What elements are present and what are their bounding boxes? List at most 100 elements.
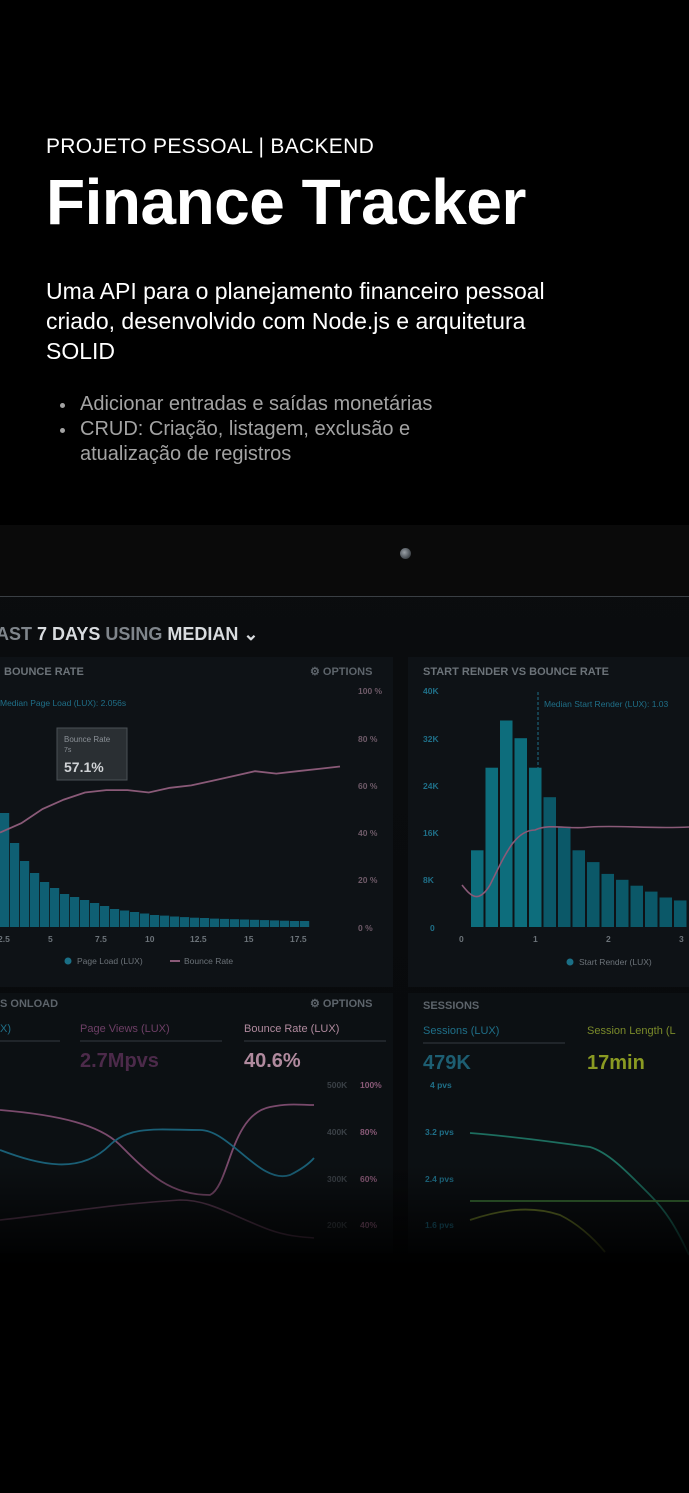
bar [190,917,200,927]
x-tick: 12.5 [190,934,207,944]
bar [230,919,240,927]
feature-item: Adicionar entradas e saídas monetárias [58,392,458,417]
tooltip-sub: 7s [64,747,72,754]
col-page-views: Page Views (LUX) [80,1023,170,1035]
options-button-bounce[interactable]: ⚙ OPTIONS [310,666,372,678]
col-sessions: Sessions (LUX) [423,1025,499,1037]
bar [300,921,310,927]
bar [558,826,571,927]
svg-text:4 pvs: 4 pvs [430,1080,452,1090]
x-tick: 5 [48,934,53,944]
x-tick: 10 [145,934,155,944]
legend-page-load: Page Load (LUX) [77,956,143,966]
bar [290,921,300,927]
bar [20,861,30,927]
options-button-onload[interactable]: ⚙ OPTIONS [310,998,372,1010]
bar [170,916,180,927]
bar [50,888,60,927]
y-tick: 60 % [358,781,378,791]
svg-text:80%: 80% [360,1127,377,1137]
x-tick: 2 [606,934,611,944]
x-tick: 17.5 [290,934,307,944]
bounce-tooltip: Bounce Rate 7s 57.1% [56,727,128,781]
bar [587,862,600,927]
bar [630,885,643,927]
tooltip-title: Bounce Rate [64,735,111,744]
bar [160,915,170,927]
bar [90,903,100,927]
bar [250,919,260,927]
panel-title-render: START RENDER VS BOUNCE RATE [423,666,609,678]
bar [70,897,80,927]
bar [180,917,190,927]
svg-text:500K: 500K [327,1080,348,1090]
y-tick: 24K [423,781,439,791]
bar [485,767,498,927]
bar [30,873,40,927]
project-eyebrow: PROJETO PESSOAL | BACKEND [46,135,375,158]
y-tick: 0 % [358,923,373,933]
bar [280,920,290,927]
bar [260,920,270,927]
x-tick: 0 [459,934,464,944]
tooltip-value: 57.1% [64,759,104,775]
y-tick: 20 % [358,875,378,885]
panel-title-onload: S ONLOAD [0,998,58,1010]
value-sessions: 479K [423,1052,471,1074]
bar [120,910,130,927]
bar [500,720,513,927]
bar [529,767,542,927]
dashboard-screenshot: AST 7 DAYS USING MEDIAN ⌄ BOUNCE RATE ⚙ … [0,525,689,1285]
bar [240,919,250,927]
y-tick: 40 % [358,828,378,838]
bar [60,894,70,927]
render-legend: Start Render (LUX) [566,957,652,967]
bar [130,912,140,927]
bar [210,918,220,927]
y-tick: 16K [423,828,439,838]
x-tick: 7.5 [95,934,107,944]
legend-start-render: Start Render (LUX) [579,957,652,967]
bar [80,900,90,927]
y-tick: 32K [423,734,439,744]
bar [601,873,614,927]
bar [110,909,120,927]
x-tick: 2.5 [0,934,10,944]
feature-item: CRUD: Criação, listagem, exclusão e atua… [58,417,458,467]
median-start-render-label: Median Start Render (LUX): 1.03 [544,699,669,709]
y-tick: 100 % [358,686,383,696]
svg-text:3.2 pvs: 3.2 pvs [425,1127,454,1137]
project-title: Finance Tracker [46,166,526,238]
bar [616,879,629,927]
bar [270,920,280,927]
x-tick: 15 [244,934,254,944]
bar [40,882,50,927]
x-tick: 1 [533,934,538,944]
bar [100,906,110,927]
value-session-length: 17min [587,1052,645,1074]
y-tick: 80 % [358,734,378,744]
x-tick: 3 [679,934,684,944]
bar [220,918,230,927]
svg-text:400K: 400K [327,1127,348,1137]
bar [200,918,210,927]
svg-text:100%: 100% [360,1080,382,1090]
value-page-views: 2.7Mpvs [80,1050,159,1072]
col-bounce-rate: Bounce Rate (LUX) [244,1023,339,1035]
value-bounce-rate: 40.6% [244,1050,301,1072]
bar [659,897,672,927]
project-description: Uma API para o planejamento financeiro p… [46,278,545,364]
legend-bounce-rate: Bounce Rate [184,956,233,966]
col-session-length: Session Length (L [587,1025,676,1037]
median-page-load-label: Median Page Load (LUX): 2.056s [0,698,126,708]
bar [543,797,556,927]
bar [10,843,20,927]
bar [471,850,484,927]
bar [674,900,687,927]
bar [572,850,585,927]
y-tick: 8K [423,875,435,885]
screen-bottom-fade [0,1165,689,1285]
panel-title-bounce: BOUNCE RATE [4,666,84,678]
bar [140,913,150,927]
bar [645,891,658,927]
